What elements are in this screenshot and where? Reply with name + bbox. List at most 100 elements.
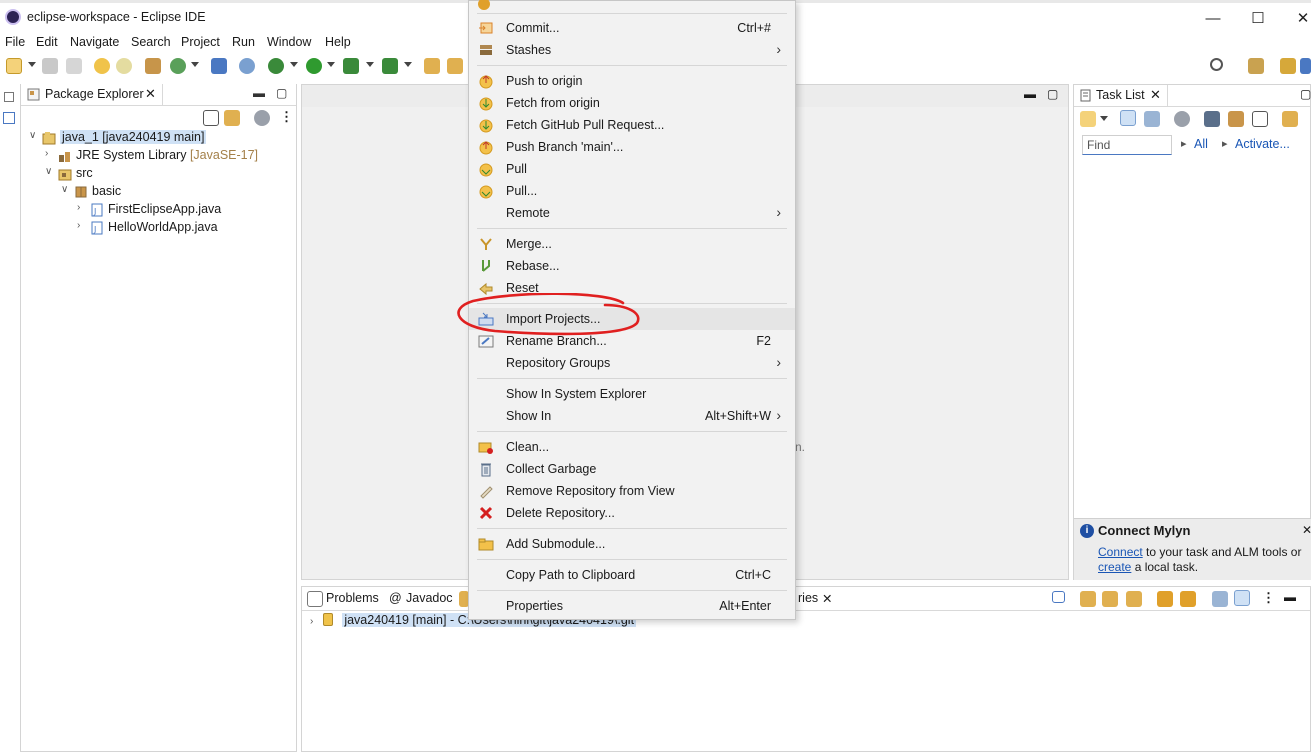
git-repositories-close-icon[interactable]: ✕: [822, 591, 832, 606]
show-details-icon[interactable]: [1234, 590, 1250, 606]
restore-icon[interactable]: [4, 92, 14, 102]
scheduled-icon[interactable]: [1144, 111, 1160, 127]
external-tools-icon[interactable]: [382, 58, 398, 74]
expand-arrow-icon[interactable]: ›: [77, 220, 80, 231]
create-link[interactable]: create: [1098, 560, 1131, 574]
menu-item-repository-groups[interactable]: Repository Groups ›: [469, 352, 795, 374]
categorized-icon[interactable]: [1120, 110, 1136, 126]
menu-item-properties[interactable]: Properties Alt+Enter: [469, 595, 795, 617]
menu-item-copy-path[interactable]: Copy Path to Clipboard Ctrl+C: [469, 564, 795, 586]
mylyn-close-icon[interactable]: ✕: [1302, 523, 1311, 537]
expand-arrow-icon[interactable]: ›: [45, 148, 48, 159]
create-repository-icon[interactable]: [1126, 591, 1142, 607]
link-selection-icon[interactable]: [1157, 591, 1173, 607]
new-task-icon[interactable]: [1080, 111, 1096, 127]
expand-arrow-icon[interactable]: ›: [77, 202, 80, 213]
console-icon[interactable]: [211, 58, 227, 74]
run-icon[interactable]: [306, 58, 322, 74]
all-link[interactable]: All: [1194, 137, 1208, 151]
menu-item-remove-repository[interactable]: Remove Repository from View: [469, 480, 795, 502]
minimize-view-icon[interactable]: ▢: [1300, 87, 1311, 101]
task-find-field[interactable]: Find: [1082, 135, 1172, 155]
menu-item-add-submodule[interactable]: Add Submodule...: [469, 533, 795, 555]
menu-project[interactable]: Project: [181, 35, 220, 49]
new-icon[interactable]: [6, 58, 22, 74]
filter-icon[interactable]: [1174, 111, 1190, 127]
menu-edit[interactable]: Edit: [36, 35, 58, 49]
minimize-view-icon[interactable]: ▬: [1024, 87, 1036, 101]
menu-item-push-branch[interactable]: Push Branch 'main'...: [469, 136, 795, 158]
coverage-icon[interactable]: [343, 58, 359, 74]
minimize-view-icon[interactable]: ▬: [253, 86, 265, 100]
run-dropdown-icon[interactable]: [327, 62, 335, 67]
tab-javadoc[interactable]: Javadoc: [406, 591, 453, 605]
menu-window[interactable]: Window: [267, 35, 311, 49]
link-with-editor-icon[interactable]: [224, 110, 240, 126]
tab-package-explorer[interactable]: Package Explorer ✕: [21, 84, 163, 106]
undo-icon[interactable]: [94, 58, 110, 74]
coverage-dropdown-icon[interactable]: [366, 62, 374, 67]
maximize-view-icon[interactable]: ▢: [276, 86, 287, 100]
menu-item-fetch-github-pr[interactable]: Fetch GitHub Pull Request...: [469, 114, 795, 136]
expand-arrow-icon[interactable]: ›: [310, 616, 313, 627]
menu-search[interactable]: Search: [131, 35, 171, 49]
menu-item-fetch-from-origin[interactable]: Fetch from origin: [469, 92, 795, 114]
menu-item-push-to-origin[interactable]: Push to origin: [469, 70, 795, 92]
menu-item-pull[interactable]: Pull: [469, 158, 795, 180]
tab-task-list[interactable]: Task List ✕: [1074, 85, 1168, 107]
open-type-icon[interactable]: [145, 58, 161, 74]
connect-link[interactable]: Connect: [1098, 545, 1143, 559]
maximize-view-icon[interactable]: ▢: [1047, 87, 1058, 101]
refresh-dropdown-icon[interactable]: [191, 62, 199, 67]
open-project-icon[interactable]: [447, 58, 463, 74]
menu-item-clean[interactable]: Clean...: [469, 436, 795, 458]
menu-item-show-in-system-explorer[interactable]: Show In System Explorer: [469, 383, 795, 405]
external-tools-dropdown-icon[interactable]: [404, 62, 412, 67]
menu-navigate[interactable]: Navigate: [70, 35, 119, 49]
collapse-all-icon[interactable]: [1252, 111, 1268, 127]
menu-run[interactable]: Run: [232, 35, 255, 49]
save-all-icon[interactable]: [66, 58, 82, 74]
focus-icon[interactable]: [1228, 111, 1244, 127]
new-task-dropdown-icon[interactable]: [1100, 116, 1108, 121]
menu-help[interactable]: Help: [325, 35, 351, 49]
task-list-close-icon[interactable]: ✕: [1150, 87, 1161, 103]
filters-icon[interactable]: [254, 110, 270, 126]
menu-file[interactable]: File: [5, 35, 25, 49]
expand-arrow-icon[interactable]: ∨: [61, 184, 68, 195]
refresh-icon[interactable]: [170, 58, 186, 74]
menu-item-show-in[interactable]: Show In Alt+Shift+W ›: [469, 405, 795, 427]
menu-item-remote[interactable]: Remote ›: [469, 202, 795, 224]
collapse-all-icon[interactable]: [1052, 591, 1065, 603]
search-task-icon[interactable]: [239, 58, 255, 74]
minimize-button[interactable]: —: [1193, 7, 1233, 31]
redo-icon[interactable]: [116, 58, 132, 74]
expand-arrow-icon[interactable]: ∨: [29, 130, 36, 141]
refresh-repos-icon[interactable]: [1180, 591, 1196, 607]
package-explorer-close-icon[interactable]: ✕: [145, 86, 156, 102]
new-dropdown-icon[interactable]: [28, 62, 36, 67]
menu-item-rebase[interactable]: Rebase...: [469, 255, 795, 277]
maximize-button[interactable]: ☐: [1238, 7, 1278, 31]
add-repository-icon[interactable]: [1080, 591, 1096, 607]
debug-dropdown-icon[interactable]: [290, 62, 298, 67]
java-perspective-icon[interactable]: [1280, 58, 1296, 74]
menu-item-delete-repository[interactable]: Delete Repository...: [469, 502, 795, 524]
menu-item-pull-dialog[interactable]: Pull...: [469, 180, 795, 202]
menu-item-collect-garbage[interactable]: Collect Garbage: [469, 458, 795, 480]
tab-git-repositories[interactable]: ries: [798, 591, 818, 605]
tab-problems[interactable]: Problems: [326, 591, 379, 605]
sync-icon[interactable]: [1282, 111, 1298, 127]
git-perspective-icon[interactable]: [1300, 58, 1311, 74]
clone-repository-icon[interactable]: [1102, 591, 1118, 607]
view-menu-icon[interactable]: ⋮: [1262, 590, 1275, 606]
view-menu-icon[interactable]: ⋮: [280, 109, 293, 125]
menu-item-merge[interactable]: Merge...: [469, 233, 795, 255]
open-folder-icon[interactable]: [424, 58, 440, 74]
activate-link[interactable]: Activate...: [1235, 137, 1290, 151]
hide-completed-icon[interactable]: [1204, 111, 1220, 127]
menu-item-stashes[interactable]: Stashes ›: [469, 39, 795, 61]
expand-arrow-icon[interactable]: ∨: [45, 166, 52, 177]
save-icon[interactable]: [42, 58, 58, 74]
git-repositories-trim-icon[interactable]: [3, 112, 15, 124]
